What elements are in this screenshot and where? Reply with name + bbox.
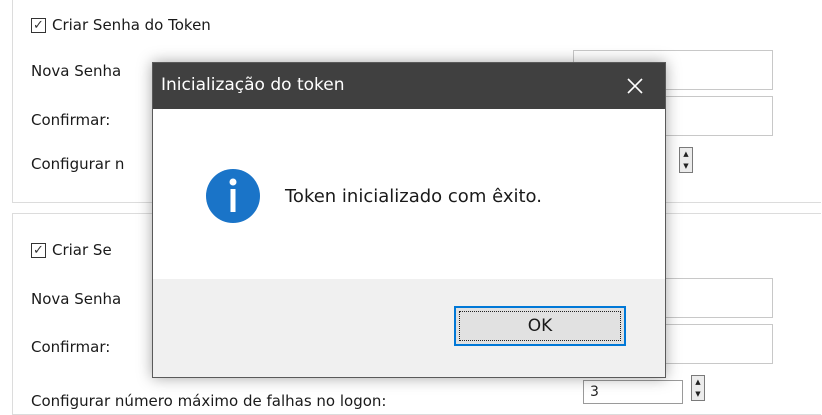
confirm-password-label: Confirmar: <box>31 338 111 356</box>
info-icon <box>206 169 260 223</box>
confirm-password-label: Confirmar: <box>31 111 111 129</box>
create-token-password-checkbox[interactable]: ✓ <box>31 17 46 33</box>
max-failures-spinner[interactable]: ▲ ▼ <box>679 147 693 173</box>
dialog-footer: OK <box>153 279 665 377</box>
create-password-checkbox[interactable]: ✓ <box>31 242 46 258</box>
max-failures-spinner[interactable]: ▲ ▼ <box>691 375 705 401</box>
create-token-password-option[interactable]: ✓ Criar Senha do Token <box>31 16 211 34</box>
close-icon[interactable] <box>626 77 644 95</box>
dialog-message: Token inicializado com êxito. <box>285 186 542 207</box>
dialog-titlebar[interactable]: Inicialização do token <box>153 63 665 109</box>
ok-button[interactable]: OK <box>454 306 626 346</box>
new-password-label: Nova Senha <box>31 290 122 308</box>
token-init-dialog: Inicialização do token Token inicializad… <box>152 62 666 378</box>
dialog-title: Inicialização do token <box>161 75 345 95</box>
max-failures-input[interactable]: 3 <box>583 380 683 404</box>
max-failures-label: Configurar n <box>31 155 125 173</box>
spin-up-icon[interactable]: ▲ <box>683 150 688 158</box>
close-button[interactable] <box>605 63 665 109</box>
create-password-label: Criar Se <box>52 241 112 259</box>
ok-button-label: OK <box>527 316 553 336</box>
spin-up-icon[interactable]: ▲ <box>695 378 700 386</box>
max-failures-label: Configurar número máximo de falhas no lo… <box>31 392 387 410</box>
spin-down-icon[interactable]: ▼ <box>695 390 700 398</box>
create-password-option[interactable]: ✓ Criar Se <box>31 241 112 259</box>
new-password-label: Nova Senha <box>31 62 122 80</box>
dialog-body: Token inicializado com êxito. <box>153 109 665 279</box>
create-token-password-label: Criar Senha do Token <box>52 16 211 34</box>
spin-down-icon[interactable]: ▼ <box>683 162 688 170</box>
